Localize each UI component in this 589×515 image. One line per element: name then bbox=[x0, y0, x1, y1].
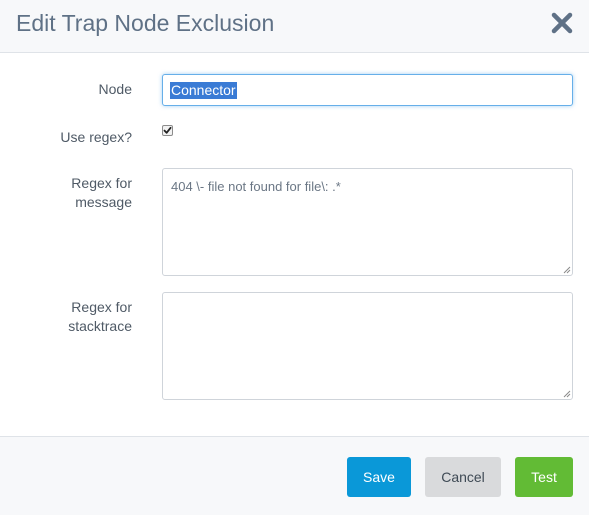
test-button[interactable]: Test bbox=[515, 457, 573, 497]
regex-message-value: 404 \- file not found for file\: .* bbox=[171, 179, 341, 194]
resize-grip-icon[interactable] bbox=[563, 266, 571, 274]
regex-message-textarea[interactable]: 404 \- file not found for file\: .* bbox=[162, 168, 573, 276]
regex-stacktrace-label-line2: stacktrace bbox=[68, 318, 132, 334]
use-regex-label: Use regex? bbox=[60, 129, 132, 145]
regex-stacktrace-label-line1: Regex for bbox=[71, 299, 132, 315]
regex-stacktrace-label: Regex for stacktrace bbox=[12, 298, 132, 336]
regex-message-label: Regex for message bbox=[12, 174, 132, 212]
checkmark-icon bbox=[163, 126, 172, 134]
dialog-title: Edit Trap Node Exclusion bbox=[16, 10, 275, 36]
cancel-button[interactable]: Cancel bbox=[425, 457, 501, 497]
node-input-value: Connector bbox=[170, 81, 237, 99]
close-icon bbox=[551, 12, 573, 34]
node-label: Node bbox=[98, 81, 132, 97]
close-button[interactable] bbox=[548, 9, 576, 37]
regex-stacktrace-textarea[interactable] bbox=[162, 292, 573, 400]
dialog-header: Edit Trap Node Exclusion bbox=[0, 0, 589, 53]
resize-grip-icon[interactable] bbox=[563, 390, 571, 398]
regex-message-label-line1: Regex for bbox=[71, 175, 132, 191]
use-regex-checkbox[interactable] bbox=[162, 125, 173, 136]
save-button[interactable]: Save bbox=[347, 457, 411, 497]
node-input[interactable]: Connector bbox=[162, 74, 573, 106]
edit-trap-node-exclusion-dialog: Edit Trap Node Exclusion Node Connector … bbox=[0, 0, 589, 515]
regex-message-label-line2: message bbox=[75, 194, 132, 210]
